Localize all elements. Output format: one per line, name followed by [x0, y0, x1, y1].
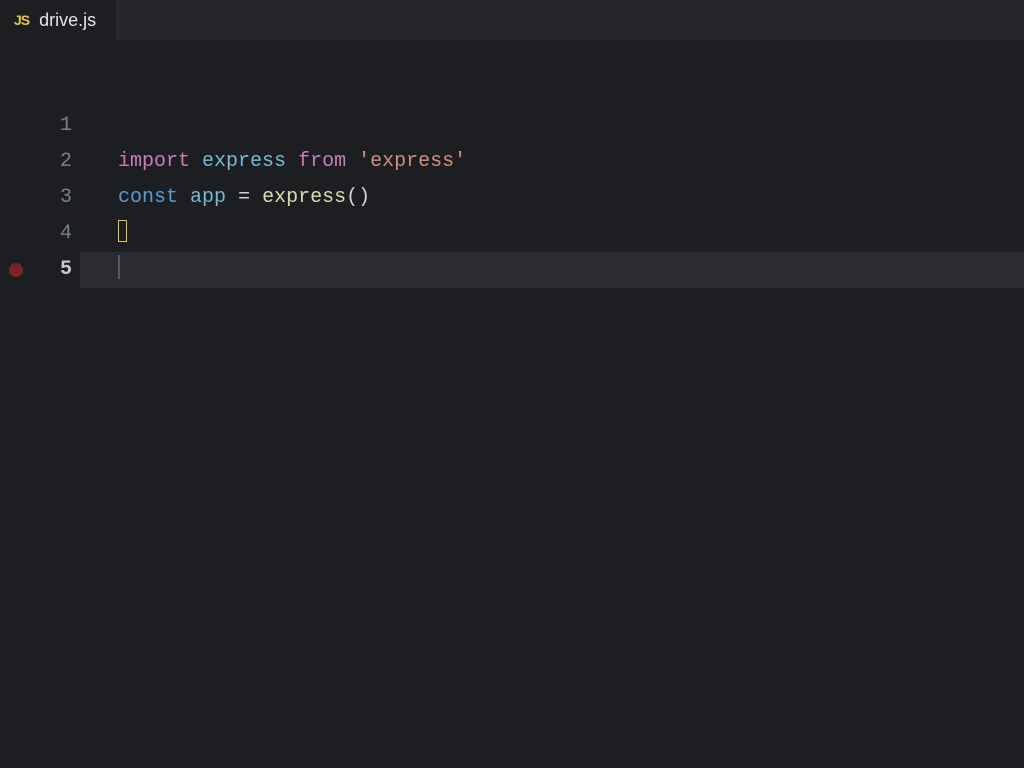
- tab-filename: drive.js: [39, 10, 96, 31]
- line-number: 2: [32, 144, 80, 180]
- line-content[interactable]: import express from 'express': [80, 144, 466, 180]
- breakpoint-gutter[interactable]: [0, 252, 32, 288]
- breakpoint-gutter[interactable]: [0, 108, 32, 144]
- code-editor[interactable]: 12import express from 'express'3const ap…: [0, 40, 1024, 288]
- cursor-icon: [118, 220, 127, 242]
- js-file-icon: JS: [14, 12, 29, 28]
- breakpoint-gutter[interactable]: [0, 216, 32, 252]
- code-line[interactable]: 4: [0, 216, 1024, 252]
- line-number: 1: [32, 108, 80, 144]
- code-token: express: [262, 186, 346, 209]
- breakpoint-icon[interactable]: [9, 263, 23, 277]
- cursor-icon: [118, 255, 120, 279]
- code-token: [178, 186, 190, 209]
- code-token: import: [118, 150, 190, 173]
- code-token: express: [202, 150, 286, 173]
- line-number: 4: [32, 216, 80, 252]
- code-line[interactable]: 3const app = express(): [0, 180, 1024, 216]
- breakpoint-gutter[interactable]: [0, 144, 32, 180]
- code-token: [286, 150, 298, 173]
- code-token: [250, 186, 262, 209]
- code-line[interactable]: 1: [0, 108, 1024, 144]
- code-token: [346, 150, 358, 173]
- line-content[interactable]: const app = express(): [80, 180, 370, 216]
- code-token: const: [118, 186, 178, 209]
- code-token: 'express': [358, 150, 466, 173]
- current-line-highlight: [80, 252, 1024, 288]
- code-token: =: [238, 186, 250, 209]
- line-number: 5: [32, 252, 80, 288]
- code-token: app: [190, 186, 226, 209]
- tab-drivejs[interactable]: JS drive.js: [0, 0, 116, 40]
- breakpoint-gutter[interactable]: [0, 180, 32, 216]
- code-token: [226, 186, 238, 209]
- code-line[interactable]: 2import express from 'express': [0, 144, 1024, 180]
- code-token: [190, 150, 202, 173]
- line-content[interactable]: [80, 216, 127, 252]
- line-number: 3: [32, 180, 80, 216]
- code-token: from: [298, 150, 346, 173]
- tab-bar: JS drive.js: [0, 0, 1024, 40]
- code-token: (): [346, 186, 370, 209]
- code-line[interactable]: 5: [0, 252, 1024, 288]
